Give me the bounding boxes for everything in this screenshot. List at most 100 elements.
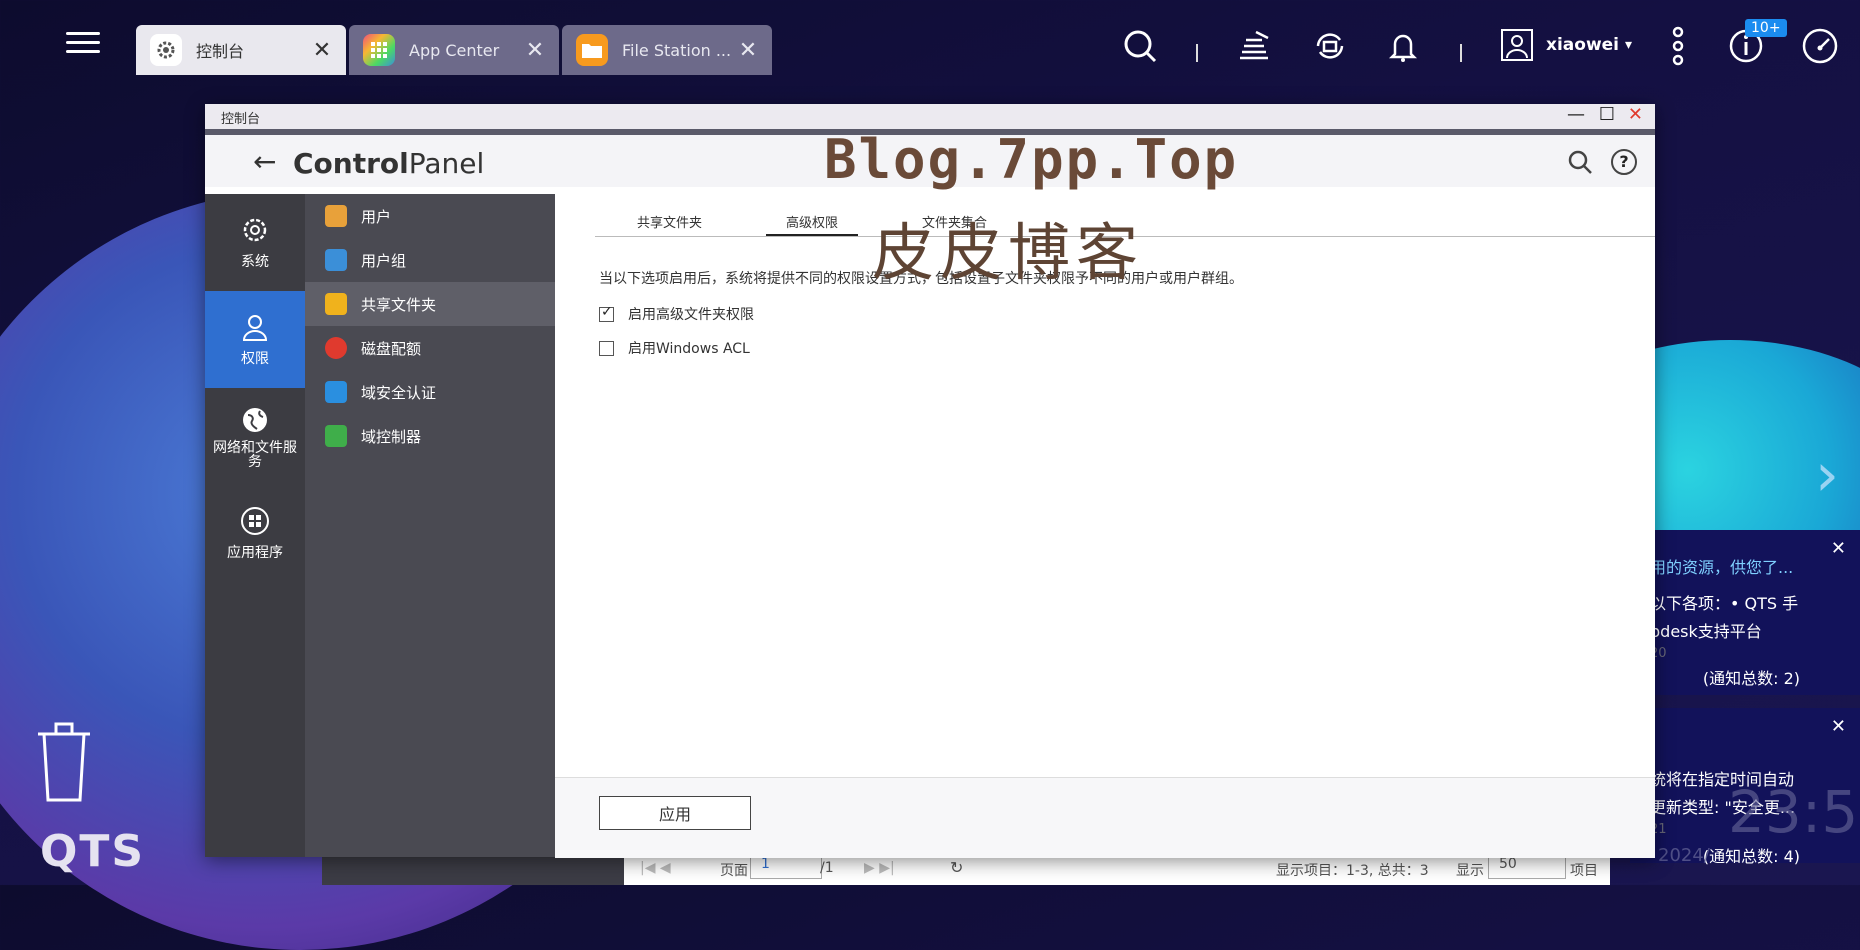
recycle-bin-icon[interactable] <box>36 722 92 802</box>
tab-control-panel[interactable]: 控制台 ✕ <box>136 25 346 75</box>
tab-app-center[interactable]: App Center ✕ <box>349 25 559 75</box>
category-nav: 系统 权限 网络和文件服务 应用程序 <box>205 194 305 857</box>
subnav-item-domain-controller[interactable]: 域控制器 <box>305 414 555 458</box>
page-label: 页面 <box>720 863 748 879</box>
items-label: 项目 <box>1570 863 1598 879</box>
category-system[interactable]: 系统 <box>205 194 305 291</box>
category-applications[interactable]: 应用程序 <box>205 485 305 582</box>
user-group-icon <box>325 249 347 271</box>
tab-label: File Station ... <box>622 40 732 60</box>
subnav-item-label: 用户 <box>361 207 392 226</box>
window-title: 控制台 <box>221 112 261 127</box>
close-icon[interactable]: ✕ <box>1831 716 1846 737</box>
main-menu-icon[interactable] <box>66 26 100 60</box>
close-icon[interactable]: ✕ <box>525 38 545 63</box>
option-advanced-folder-permissions[interactable]: 启用高级文件夹权限 <box>599 304 754 324</box>
tab-advanced-permissions[interactable]: 高级权限 <box>766 208 859 236</box>
display-range: 显示项目：1-3, 总共：3 <box>1276 863 1429 879</box>
notification-total: (通知总数: 2) <box>1702 669 1800 688</box>
shared-folder-icon <box>325 293 347 315</box>
desktop-date: 2024/ <box>1658 845 1710 866</box>
checkbox-windows-acl[interactable] <box>599 340 614 356</box>
option-label: 启用高级文件夹权限 <box>628 307 754 323</box>
user-icon <box>325 205 347 227</box>
display-label: 显示 <box>1456 863 1484 879</box>
maximize-icon[interactable]: ☐ <box>1599 104 1615 125</box>
user-menu[interactable]: xiaowei ▾ <box>1500 25 1632 65</box>
checkbox-advanced-permissions[interactable] <box>599 304 614 322</box>
chevron-down-icon: ▾ <box>1625 37 1633 53</box>
tab-label: 控制台 <box>196 42 245 61</box>
search-icon[interactable] <box>1120 26 1160 66</box>
page-title-rest: Panel <box>408 147 485 180</box>
desktop-clock: 23:53 <box>1728 778 1860 846</box>
page-total: /1 <box>820 860 834 876</box>
app-center-icon <box>363 34 395 66</box>
qts-logo: QTS <box>40 826 146 877</box>
watermark-text: 皮皮博客 <box>872 216 1145 289</box>
background-tasks-icon[interactable] <box>1234 26 1274 66</box>
folder-icon <box>576 34 608 66</box>
apply-button[interactable]: 应用 <box>599 796 751 830</box>
subnav-item-quota[interactable]: 磁盘配额 <box>305 326 555 370</box>
user-icon <box>1501 29 1533 61</box>
subnav-item-domain-security[interactable]: 域安全认证 <box>305 370 555 414</box>
subnav-item-users[interactable]: 用户 <box>305 194 555 238</box>
chevron-right-icon[interactable]: › <box>1815 440 1839 510</box>
more-options-icon[interactable] <box>1658 26 1698 66</box>
subnav-item-label: 共享文件夹 <box>361 295 437 314</box>
page-title: ControlPanel <box>293 147 484 180</box>
page-title-bold: Control <box>293 147 409 180</box>
close-icon[interactable]: ✕ <box>1831 538 1846 559</box>
content-footer: 应用 <box>555 777 1655 858</box>
subnav-item-label: 用户组 <box>361 251 407 270</box>
subnav-item-label: 域安全认证 <box>361 383 437 402</box>
page-input[interactable]: 1 <box>750 855 822 879</box>
disk-quota-icon <box>325 337 347 359</box>
subnav-item-shared-folders[interactable]: 共享文件夹 <box>305 282 555 326</box>
notification-card[interactable]: ✕ 用的资源，供您了... 以下各项：• QTS 手 pdesk支持平台 20 … <box>1630 530 1860 695</box>
taskbar: 控制台 ✕ App Center ✕ File Station ... ✕ xi… <box>0 0 1860 100</box>
refresh-icon[interactable]: ↻ <box>950 858 963 877</box>
divider <box>1460 44 1462 62</box>
first-page-icon[interactable]: |◀ ◀ <box>640 860 671 876</box>
close-icon[interactable]: ✕ <box>1628 104 1643 125</box>
category-label: 应用程序 <box>227 544 283 561</box>
search-icon[interactable] <box>1567 149 1593 175</box>
username: xiaowei <box>1546 35 1620 55</box>
domain-controller-icon <box>325 425 347 447</box>
subnav-item-label: 磁盘配额 <box>361 339 422 358</box>
apps-icon <box>241 506 269 535</box>
subnav-item-label: 域控制器 <box>361 427 422 446</box>
notification-title: 用的资源，供您了... <box>1650 558 1794 577</box>
globe-icon <box>243 407 267 432</box>
content-panel: 共享文件夹 高级权限 文件夹集合 当以下选项启用后，系统将提供不同的权限设置方式… <box>555 194 1655 858</box>
next-page-icon[interactable]: ▶ ▶| <box>864 860 895 876</box>
minimize-icon[interactable]: — <box>1567 104 1585 125</box>
subnav-item-user-groups[interactable]: 用户组 <box>305 238 555 282</box>
category-label: 系统 <box>241 253 269 270</box>
dashboard-icon[interactable] <box>1800 26 1840 66</box>
category-privilege[interactable]: 权限 <box>205 291 305 388</box>
notification-badge: 10+ <box>1745 19 1787 37</box>
category-label: 权限 <box>241 350 269 367</box>
watermark-text: Blog.7pp.Top <box>824 128 1239 191</box>
close-icon[interactable]: ✕ <box>738 38 758 63</box>
sync-icon[interactable] <box>1310 26 1350 66</box>
close-icon[interactable]: ✕ <box>312 38 332 63</box>
gear-icon <box>243 218 267 241</box>
gear-icon <box>150 34 182 66</box>
divider <box>1196 44 1198 62</box>
help-icon[interactable]: ? <box>1611 149 1637 175</box>
notification-time: 20 <box>1650 646 1667 661</box>
domain-security-icon <box>325 381 347 403</box>
back-arrow-icon[interactable]: ← <box>253 145 276 178</box>
tab-shared-folders[interactable]: 共享文件夹 <box>617 208 722 236</box>
user-icon <box>242 314 268 341</box>
per-page-select[interactable]: 50 <box>1488 855 1566 879</box>
category-network[interactable]: 网络和文件服务 <box>205 388 305 485</box>
option-windows-acl[interactable]: 启用Windows ACL <box>599 338 750 358</box>
notification-text: 以下各项：• QTS 手 <box>1650 594 1799 613</box>
tab-file-station[interactable]: File Station ... ✕ <box>562 25 772 75</box>
bell-icon[interactable] <box>1383 26 1423 66</box>
